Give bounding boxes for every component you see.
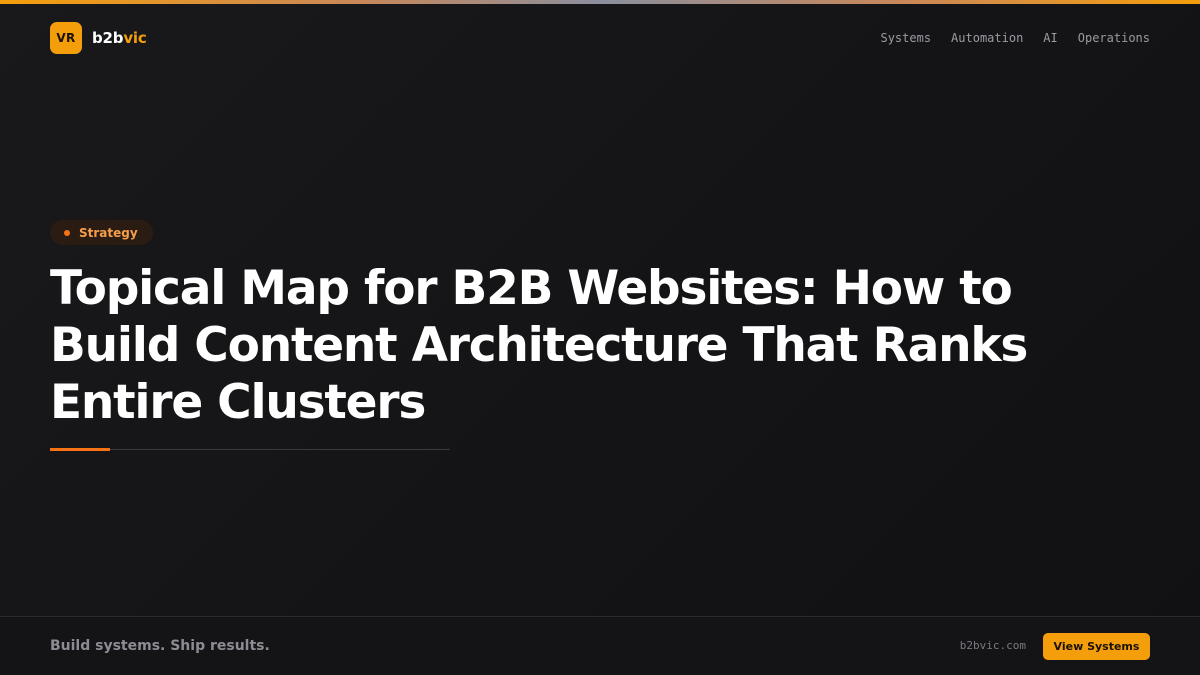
divider-accent — [50, 448, 110, 451]
top-accent-bar — [0, 0, 1200, 4]
page: VR b2bvic Systems Automation AI Operatio… — [0, 0, 1200, 675]
site-footer: Build systems. Ship results. b2bvic.com … — [0, 616, 1200, 675]
divider-track — [50, 449, 450, 450]
page-title: Topical Map for B2B Websites: How to Bui… — [50, 261, 1028, 430]
footer-domain: b2bvic.com — [959, 639, 1026, 652]
nav-link-systems[interactable]: Systems — [880, 31, 931, 45]
view-systems-button[interactable]: View Systems — [1043, 633, 1150, 660]
nav-link-operations[interactable]: Operations — [1078, 31, 1150, 45]
logo-badge: VR — [50, 22, 82, 54]
main-nav: Systems Automation AI Operations — [880, 31, 1150, 45]
brand-logo-link[interactable]: VR b2bvic — [50, 22, 147, 54]
footer-tagline: Build systems. Ship results. — [50, 638, 270, 654]
nav-link-automation[interactable]: Automation — [951, 31, 1023, 45]
brand-name-main: b2b — [92, 29, 124, 47]
category-tag: Strategy — [50, 220, 153, 245]
brand-name-accent: vic — [123, 29, 147, 47]
category-tag-label: Strategy — [79, 225, 138, 240]
title-divider — [50, 448, 450, 451]
tag-dot-icon — [64, 229, 70, 236]
site-header: VR b2bvic Systems Automation AI Operatio… — [50, 22, 1150, 54]
nav-link-ai[interactable]: AI — [1043, 31, 1057, 45]
brand-name: b2bvic — [92, 29, 147, 47]
